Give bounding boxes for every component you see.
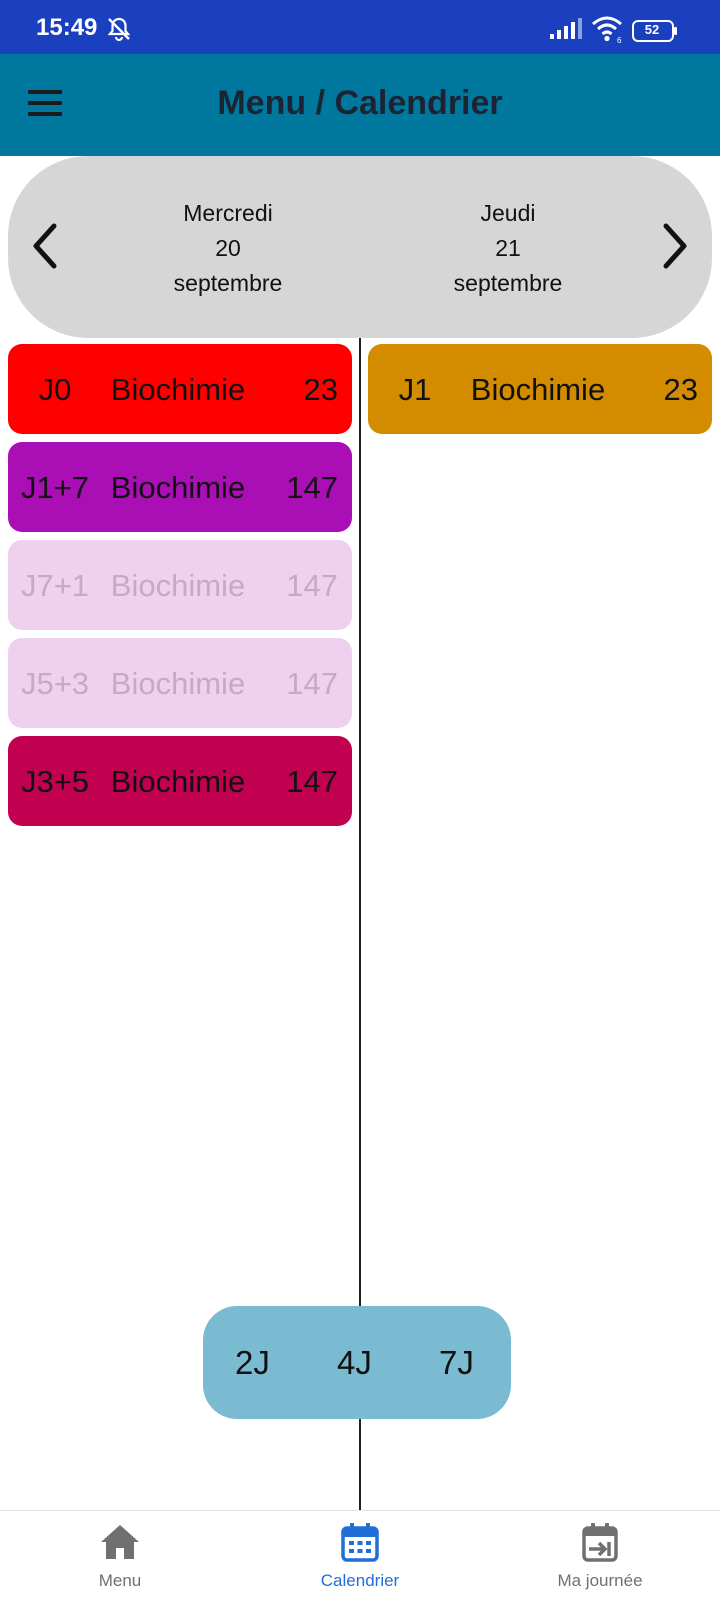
nav-item-calendrier[interactable]: Calendrier (240, 1511, 480, 1600)
event-code: J0 (38, 372, 72, 407)
day-header-2[interactable]: Jeudi 21 septembre (398, 196, 618, 301)
chevron-right-icon[interactable] (654, 218, 694, 274)
event-number: 23 (303, 372, 338, 407)
event-code: J1+7 (20, 470, 90, 505)
view-option-2j[interactable]: 2J (235, 1344, 270, 1382)
event-name: Biochimie (110, 568, 246, 603)
event-name: Biochimie (110, 470, 246, 505)
event-card[interactable]: J1+7 Biochimie 147 (8, 442, 352, 532)
view-option-7j[interactable]: 7J (439, 1344, 474, 1382)
wifi-icon: 6 (592, 16, 622, 44)
month-label: septembre (173, 270, 283, 296)
calendar-icon (341, 1523, 379, 1562)
day-header-1[interactable]: Mercredi 20 septembre (118, 196, 338, 301)
event-number: 147 (286, 764, 338, 799)
nav-label: Ma journée (557, 1571, 643, 1590)
event-code: J5+3 (20, 666, 90, 701)
nav-label: Calendrier (320, 1571, 400, 1590)
battery-level: 52 (644, 22, 660, 37)
weekday-label: Jeudi (480, 200, 536, 226)
event-code: J7+1 (20, 568, 90, 603)
mute-bell-icon (107, 17, 131, 42)
event-card[interactable]: J7+1 Biochimie 147 (8, 540, 352, 630)
event-code: J1 (398, 372, 432, 407)
day-number: 21 (495, 235, 521, 261)
event-card[interactable]: J3+5 Biochimie 147 (8, 736, 352, 826)
chevron-left-icon[interactable] (26, 218, 66, 274)
event-card[interactable]: J0 Biochimie 23 (8, 344, 352, 434)
event-number: 147 (286, 666, 338, 701)
bottom-nav: Menu Calendrier Ma journée (0, 1510, 720, 1600)
calendar-arrow-icon (582, 1523, 618, 1562)
status-bar: 15:49 6 52 (0, 0, 720, 54)
event-number: 147 (286, 470, 338, 505)
event-name: Biochimie (470, 372, 606, 407)
view-switcher: 2J 4J 7J (203, 1306, 511, 1419)
svg-text:6: 6 (617, 36, 622, 44)
app-bar: Menu / Calendrier (0, 54, 720, 156)
status-time: 15:49 (36, 14, 98, 41)
event-name: Biochimie (110, 666, 246, 701)
event-name: Biochimie (110, 372, 246, 407)
event-card[interactable]: J1 Biochimie 23 (368, 344, 712, 434)
event-code: J3+5 (20, 764, 90, 799)
event-number: 147 (286, 568, 338, 603)
date-header: Mercredi 20 septembre Jeudi 21 septembre (8, 156, 712, 338)
signal-icon (550, 18, 582, 39)
nav-item-menu[interactable]: Menu (0, 1511, 240, 1600)
month-label: septembre (453, 270, 563, 296)
nav-label: Menu (98, 1571, 142, 1590)
event-name: Biochimie (110, 764, 246, 799)
nav-item-ma-journee[interactable]: Ma journée (480, 1511, 720, 1600)
day-number: 20 (215, 235, 241, 261)
event-number: 23 (663, 372, 698, 407)
weekday-label: Mercredi (183, 200, 273, 226)
event-card[interactable]: J5+3 Biochimie 147 (8, 638, 352, 728)
view-option-4j[interactable]: 4J (337, 1344, 372, 1382)
page-title: Menu / Calendrier (217, 84, 503, 122)
home-icon (101, 1525, 139, 1559)
